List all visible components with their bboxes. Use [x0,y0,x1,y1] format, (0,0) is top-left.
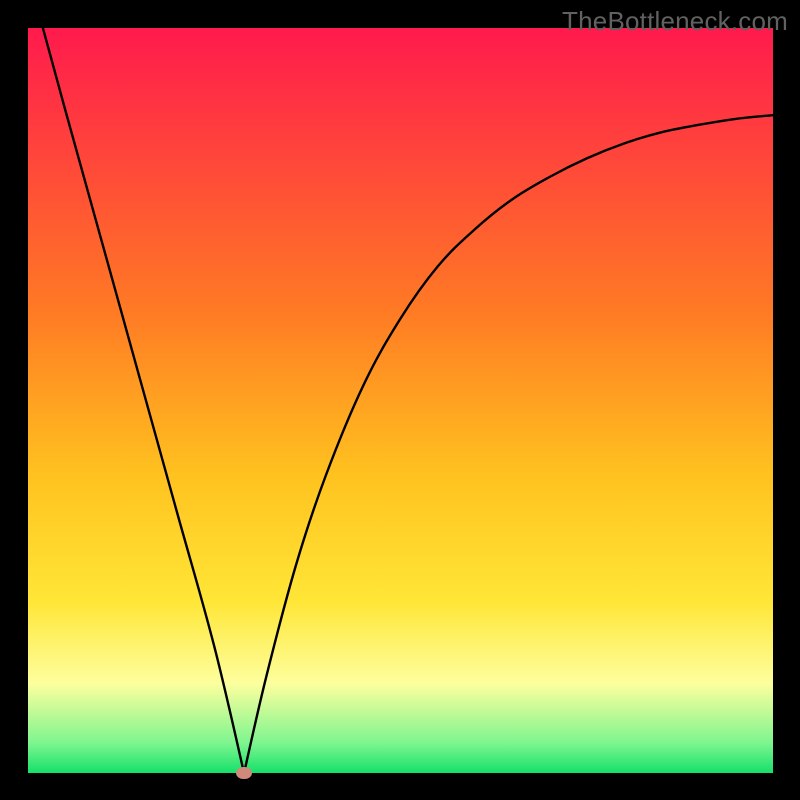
minimum-marker [236,767,252,779]
curve-left-arm [43,28,244,773]
plot-area [28,28,773,773]
curve-right-arm [244,115,773,773]
chart-frame: TheBottleneck.com [0,0,800,800]
watermark-text: TheBottleneck.com [562,6,788,37]
bottleneck-curve [28,28,773,773]
